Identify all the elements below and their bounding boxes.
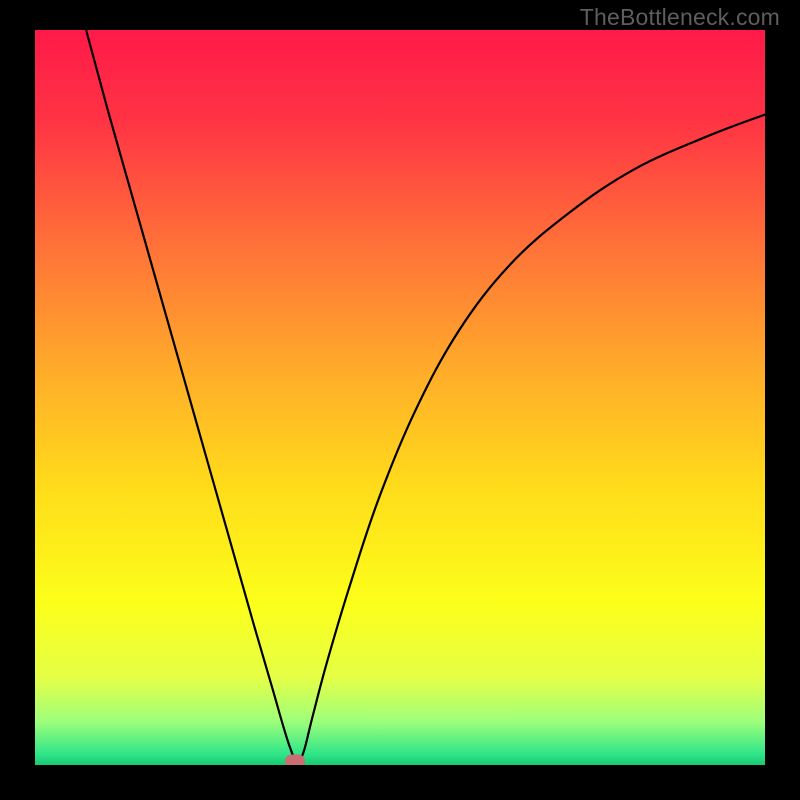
watermark-text: TheBottleneck.com xyxy=(580,4,780,31)
bottleneck-curve xyxy=(35,30,765,765)
optimal-point-marker xyxy=(285,755,305,766)
chart-plot-area xyxy=(35,30,765,765)
